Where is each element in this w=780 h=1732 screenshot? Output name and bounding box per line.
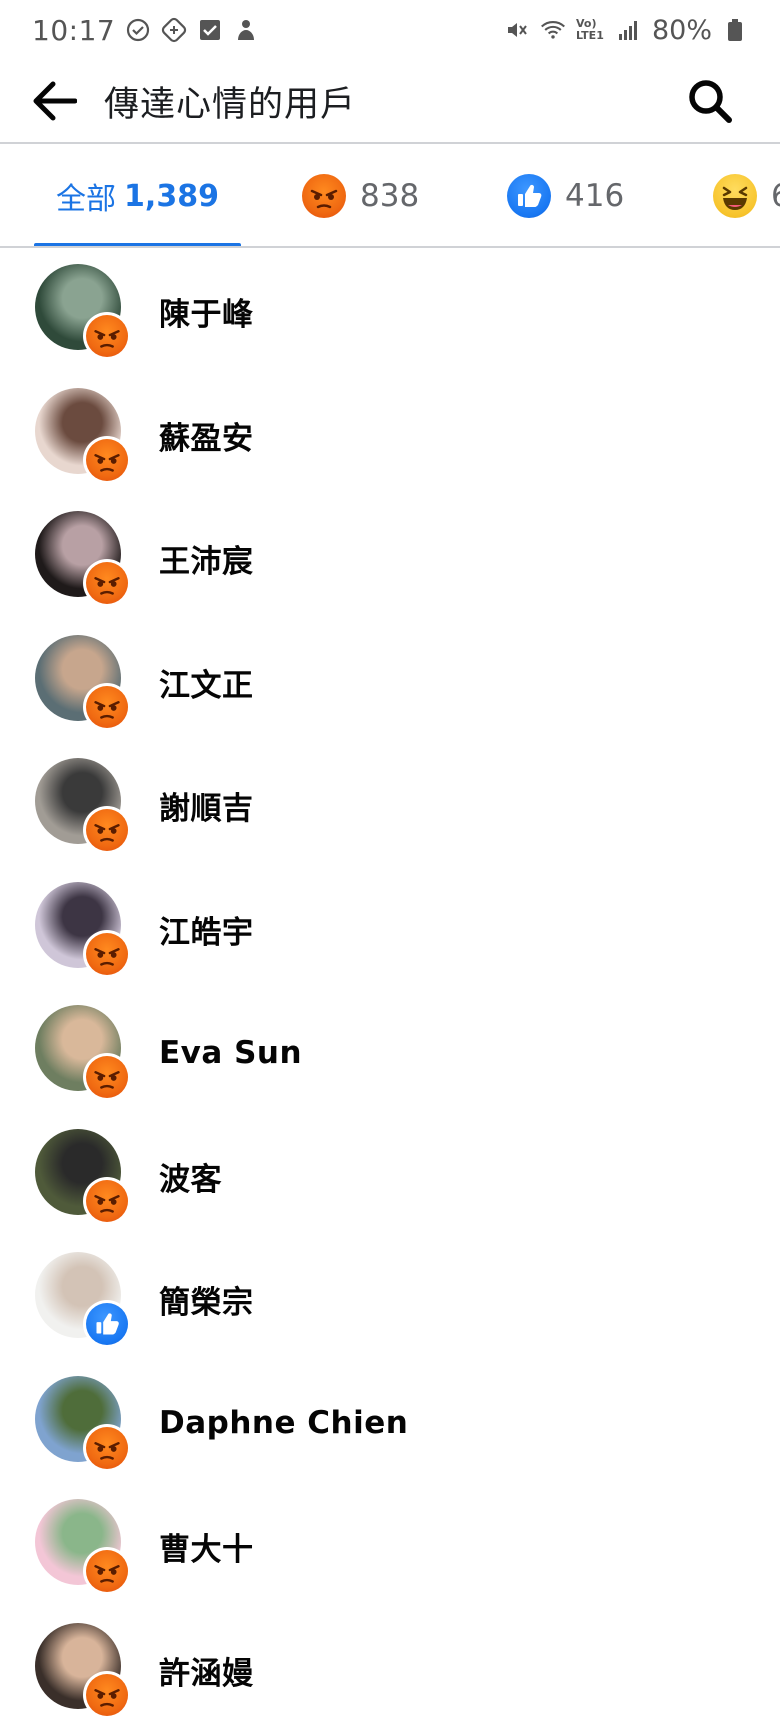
battery-percent: 80% — [651, 14, 712, 46]
reactor-row[interactable]: 江皓宇 — [0, 868, 780, 991]
back-arrow-icon — [33, 81, 77, 121]
angry-badge — [83, 929, 131, 978]
angry-reaction-icon — [86, 1056, 128, 1098]
reactor-name[interactable]: 江皓宇 — [159, 907, 254, 952]
app-header: 傳達心情的用戶 — [0, 60, 780, 144]
angry-reaction-icon — [86, 1550, 128, 1592]
like-reaction-icon — [507, 174, 551, 218]
battery-icon — [722, 17, 748, 43]
checkbox-icon — [197, 17, 223, 43]
mute-icon — [504, 17, 530, 43]
status-right: Vo) LTE1 80% — [504, 15, 748, 46]
reaction-tabs: 全部 1,389 838 416 6 — [0, 144, 780, 248]
reactor-row[interactable]: 江文正 — [0, 621, 780, 744]
avatar-wrapper — [35, 758, 131, 854]
angry-badge — [83, 682, 131, 731]
reactor-row[interactable]: 陳于峰 — [0, 250, 780, 373]
avatar-wrapper — [35, 1499, 131, 1595]
reactor-row[interactable]: 曹大十 — [0, 1485, 780, 1608]
reactor-name[interactable]: 江文正 — [159, 660, 254, 705]
tab-all-count: 1,389 — [124, 178, 219, 214]
avatar-wrapper — [35, 881, 131, 978]
tab-angry-count: 838 — [360, 178, 420, 214]
angry-reaction-icon — [86, 932, 128, 975]
angry-badge — [83, 1423, 131, 1472]
reactor-row[interactable]: 謝順吉 — [0, 744, 780, 867]
avatar-wrapper — [35, 1622, 131, 1719]
reactor-name[interactable]: 謝順吉 — [159, 783, 254, 828]
status-left: 10:17 — [32, 14, 259, 47]
tab-all[interactable]: 全部 1,389 — [34, 144, 241, 246]
reactor-name[interactable]: 蘇盈安 — [159, 413, 254, 458]
app-notification-icon — [233, 17, 259, 43]
avatar-wrapper — [35, 634, 131, 731]
signal-icon — [616, 17, 642, 43]
avatar-wrapper — [35, 387, 131, 484]
status-time: 10:17 — [32, 13, 116, 47]
reactor-row[interactable]: 許涵嫚 — [0, 1609, 780, 1732]
like-badge — [83, 1300, 131, 1348]
tab-like-count: 416 — [565, 178, 625, 214]
tab-haha-count: 6 — [771, 178, 780, 214]
reactor-name[interactable]: 曹大十 — [159, 1524, 254, 1569]
angry-badge — [83, 806, 131, 854]
reactor-row[interactable]: Daphne Chien — [0, 1362, 780, 1485]
angry-reaction-icon — [86, 315, 128, 357]
tab-like[interactable]: 416 — [507, 144, 625, 246]
reactor-name[interactable]: Eva Sun — [159, 1035, 302, 1071]
reactor-name[interactable]: Daphne Chien — [159, 1405, 408, 1441]
angry-reaction-icon — [86, 438, 128, 481]
avatar-wrapper — [35, 1005, 131, 1101]
tab-all-label: 全部 — [56, 182, 117, 217]
reactor-row[interactable]: 王沛宸 — [0, 497, 780, 620]
avatar-wrapper — [35, 264, 131, 360]
reactor-row[interactable]: 蘇盈安 — [0, 374, 780, 497]
angry-badge — [83, 1547, 131, 1595]
reactor-name[interactable]: 陳于峰 — [159, 289, 254, 334]
angry-reaction-icon — [86, 562, 128, 604]
tab-angry[interactable]: 838 — [302, 144, 420, 246]
angry-badge — [83, 1176, 131, 1225]
angry-badge — [83, 1053, 131, 1101]
reactor-name[interactable]: 王沛宸 — [159, 536, 254, 581]
status-bar: 10:17 Vo) LTE1 80% — [0, 0, 780, 60]
angry-reaction-icon — [86, 685, 128, 728]
page-title: 傳達心情的用戶 — [104, 84, 357, 125]
reactor-row[interactable]: Eva Sun — [0, 991, 780, 1114]
reactor-row[interactable]: 波客 — [0, 1115, 780, 1238]
angry-badge — [83, 559, 131, 607]
avatar-wrapper — [35, 1252, 131, 1348]
active-tab-indicator — [34, 243, 241, 246]
check-circle-icon — [125, 17, 151, 43]
reactor-name[interactable]: 簡榮宗 — [159, 1277, 254, 1322]
reactor-row[interactable]: 簡榮宗 — [0, 1238, 780, 1361]
like-reaction-icon — [86, 1303, 128, 1345]
search-button[interactable] — [680, 71, 740, 131]
haha-reaction-icon — [713, 174, 757, 218]
angry-reaction-icon — [86, 809, 128, 851]
angry-badge — [83, 435, 131, 484]
network-label: Vo) LTE1 — [575, 17, 604, 42]
angry-reaction-icon — [86, 1426, 128, 1469]
avatar-wrapper — [35, 1128, 131, 1225]
reactor-name[interactable]: 許涵嫚 — [159, 1648, 254, 1693]
avatar-wrapper — [35, 511, 131, 607]
angry-reaction-icon — [86, 1673, 128, 1716]
angry-badge — [83, 1670, 131, 1719]
angry-badge — [83, 312, 131, 360]
search-icon — [689, 80, 732, 123]
back-button[interactable] — [24, 71, 84, 131]
avatar-wrapper — [35, 1375, 131, 1472]
wifi-icon — [540, 17, 566, 43]
angry-reaction-icon — [86, 1179, 128, 1222]
reactor-name[interactable]: 波客 — [159, 1154, 222, 1199]
tab-haha[interactable]: 6 — [713, 144, 780, 246]
angry-reaction-icon — [302, 174, 346, 218]
sync-icon — [161, 17, 187, 43]
